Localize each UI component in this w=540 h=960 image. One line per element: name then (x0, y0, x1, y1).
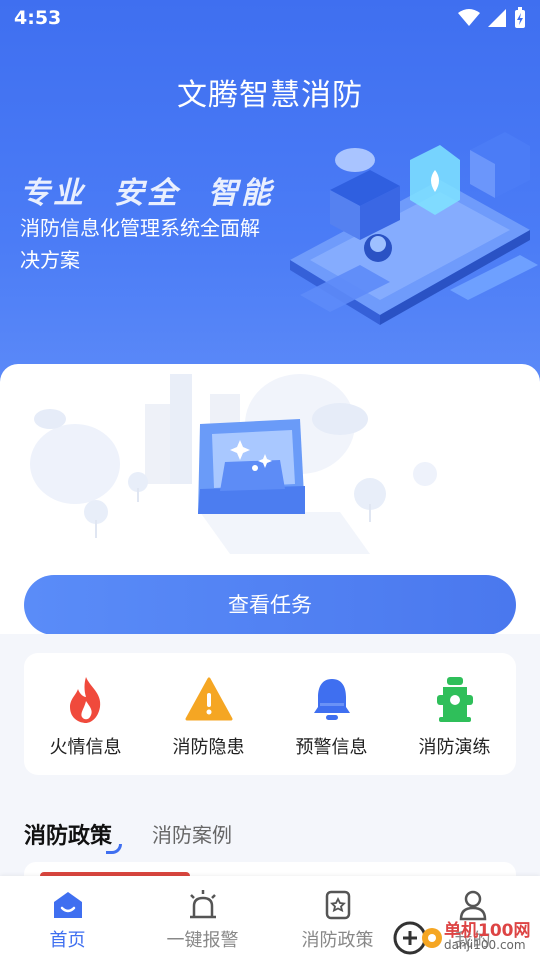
fire-icon (69, 677, 100, 723)
active-tab-indicator (106, 844, 123, 854)
feature-label: 消防隐患 (172, 737, 245, 758)
empty-tray-illustration (30, 374, 437, 554)
feature-fire-info[interactable]: 火情信息 (24, 653, 147, 775)
app-title: 文腾智慧消防 (177, 78, 363, 113)
feature-label: 火情信息 (49, 737, 122, 758)
view-tasks-button[interactable]: 查看任务 (24, 575, 516, 634)
battery-icon (515, 7, 525, 28)
slogan-1: 专业 (20, 176, 86, 211)
slogan-3: 智能 (208, 176, 274, 211)
watermark-url: danji100.com (444, 938, 526, 952)
content-tabs: 消防政策 消防案例 (24, 810, 232, 854)
feature-hazards[interactable]: 消防隐患 (147, 653, 270, 775)
status-icons (458, 7, 526, 29)
tab-label: 消防政策 (24, 824, 113, 849)
tab-fire-policy[interactable]: 消防政策 (24, 818, 123, 854)
hero-description: 消防信息化管理系统全面解决方案 (20, 216, 260, 272)
nav-label: 消防政策 (301, 930, 374, 951)
bell-icon (313, 679, 350, 720)
hydrant-icon (436, 677, 473, 722)
wifi-icon (458, 9, 480, 26)
nav-alarm[interactable]: 一键报警 (135, 876, 270, 960)
nav-label: 一键报警 (166, 930, 239, 951)
nav-home[interactable]: 首页 (0, 876, 135, 960)
feature-warnings[interactable]: 预警信息 (270, 653, 393, 775)
tab-fire-cases[interactable]: 消防案例 (152, 819, 232, 850)
isometric-illustration (290, 132, 538, 325)
slogan-2: 安全 (114, 176, 180, 211)
status-bar: 4:53 (0, 0, 540, 36)
hero-banner: 4:53 文腾智慧消防 专业 安全 智能 消防信息化管理系统全面解决方案 (0, 0, 540, 400)
alarm-icon (189, 890, 216, 919)
feature-grid: 火情信息 消防隐患 预警信息 消防演练 (24, 653, 516, 775)
nav-policy[interactable]: 消防政策 (270, 876, 405, 960)
watermark-logo-icon (393, 921, 442, 955)
site-watermark: 单机100网 danji100.com (392, 916, 540, 960)
policy-icon (325, 890, 350, 920)
signal-icon (488, 9, 506, 27)
home-icon (53, 892, 82, 918)
feature-label: 消防演练 (418, 737, 491, 758)
warning-icon (185, 677, 232, 721)
nav-label: 首页 (49, 930, 86, 951)
feature-drills[interactable]: 消防演练 (393, 653, 516, 775)
slogan: 专业 安全 智能 (20, 168, 302, 212)
task-card: 查看任务 (0, 364, 540, 634)
feature-label: 预警信息 (295, 737, 368, 758)
status-time: 4:53 (14, 7, 62, 29)
